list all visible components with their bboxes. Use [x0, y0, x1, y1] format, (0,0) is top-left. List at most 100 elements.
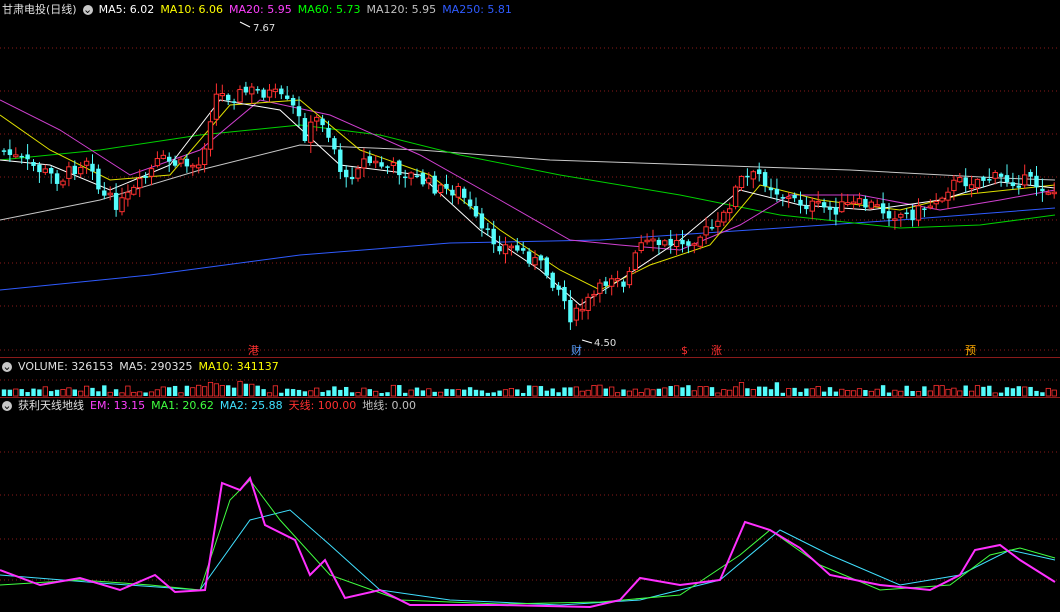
volume-bar — [792, 387, 797, 396]
candle-body — [721, 211, 727, 223]
candle-body — [42, 168, 48, 173]
volume-bar — [491, 392, 496, 396]
candle-body — [792, 194, 797, 199]
volume-bar — [131, 391, 137, 397]
volume-bar — [308, 390, 314, 397]
volume-bar — [738, 382, 745, 397]
volume-bar — [196, 384, 202, 397]
candle-body — [686, 241, 691, 246]
ma120-line — [0, 144, 1056, 221]
candle-body — [532, 257, 538, 266]
candle-body — [172, 160, 178, 166]
candle-body — [408, 172, 414, 179]
volume-bar — [757, 386, 762, 396]
candle-body — [385, 166, 390, 168]
volume-bar — [898, 390, 904, 397]
volume-bar — [963, 385, 968, 396]
low-price-label: 4.50 — [594, 338, 616, 349]
volume-bar — [190, 387, 196, 397]
volume-bar — [715, 392, 721, 397]
volume-bar — [113, 389, 119, 396]
candle-body — [308, 121, 314, 143]
volume-bar — [821, 391, 827, 396]
candle-body — [768, 187, 774, 191]
candle-body — [1051, 191, 1057, 195]
candle-body — [19, 155, 24, 158]
candle-body — [974, 178, 981, 189]
volume-bar — [886, 392, 892, 396]
candle-body — [638, 242, 644, 251]
candle-body — [915, 205, 922, 221]
high-price-label: 7.67 — [253, 23, 275, 34]
volume-bar — [279, 392, 284, 396]
volume-bar — [444, 388, 449, 396]
candle-body — [951, 179, 957, 192]
candle-body — [78, 166, 84, 175]
candle-body — [7, 149, 13, 156]
volume-bar — [66, 387, 72, 397]
candle-body — [892, 218, 898, 221]
candle-body — [668, 238, 673, 246]
candle-body — [981, 176, 986, 181]
volume-bar — [644, 388, 650, 397]
candle-body — [426, 177, 432, 184]
volume-bar — [550, 388, 555, 396]
candle-body — [1004, 175, 1010, 183]
volume-bar — [951, 387, 957, 397]
volume-bar — [733, 386, 739, 397]
candle-body — [933, 200, 939, 205]
stock-chart-canvas[interactable]: 7.67 4.50 港 财 $ 涨 预 — [0, 0, 1060, 612]
volume-bar — [96, 391, 101, 396]
candle-body — [680, 239, 685, 245]
candle-body — [898, 213, 904, 218]
candle-body — [957, 177, 963, 183]
candle-body — [455, 186, 462, 198]
volume-bar — [37, 389, 42, 396]
candle-body — [1022, 174, 1028, 186]
volume-bar — [361, 387, 367, 397]
candle-body — [762, 172, 768, 186]
volume-bar — [178, 392, 184, 397]
candle-body — [261, 89, 266, 98]
volume-bar — [344, 386, 349, 396]
volume-bar — [957, 390, 963, 397]
candle-body — [856, 198, 863, 205]
candle-body — [508, 245, 515, 249]
volume-bar — [609, 386, 615, 397]
volume-bar — [172, 385, 178, 396]
volume-bar — [420, 390, 426, 396]
candle-body — [137, 178, 143, 189]
candle-body — [107, 192, 113, 196]
volume-bar — [515, 389, 520, 396]
volume-bar — [213, 383, 219, 397]
candle-body — [72, 165, 77, 175]
candle-body — [237, 89, 243, 103]
candle-body — [190, 164, 196, 168]
volume-bar — [373, 390, 379, 397]
candle-body — [54, 173, 60, 184]
candle-body — [355, 168, 361, 179]
volume-bar — [403, 392, 408, 396]
candle-body — [715, 220, 721, 227]
candle-body — [184, 158, 190, 167]
candle-body — [462, 188, 467, 198]
volume-bar — [768, 389, 774, 396]
candle-body — [1010, 182, 1016, 187]
candle-body — [285, 95, 290, 99]
candle-body — [886, 211, 892, 219]
volume-bar — [833, 391, 839, 396]
candle-body — [13, 154, 19, 158]
candle-body — [786, 196, 792, 199]
volume-bar — [1028, 386, 1033, 396]
candle-body — [585, 296, 591, 311]
volume-bar — [591, 385, 597, 397]
volume-bars — [1, 380, 1057, 397]
candle-body — [750, 171, 756, 180]
candle-body — [709, 227, 715, 229]
candle-body — [25, 154, 30, 160]
volume-bar — [266, 392, 273, 397]
volume-bar — [615, 392, 621, 397]
volume-bar — [562, 387, 567, 396]
candle-body — [213, 93, 220, 120]
candle-body — [102, 190, 107, 196]
